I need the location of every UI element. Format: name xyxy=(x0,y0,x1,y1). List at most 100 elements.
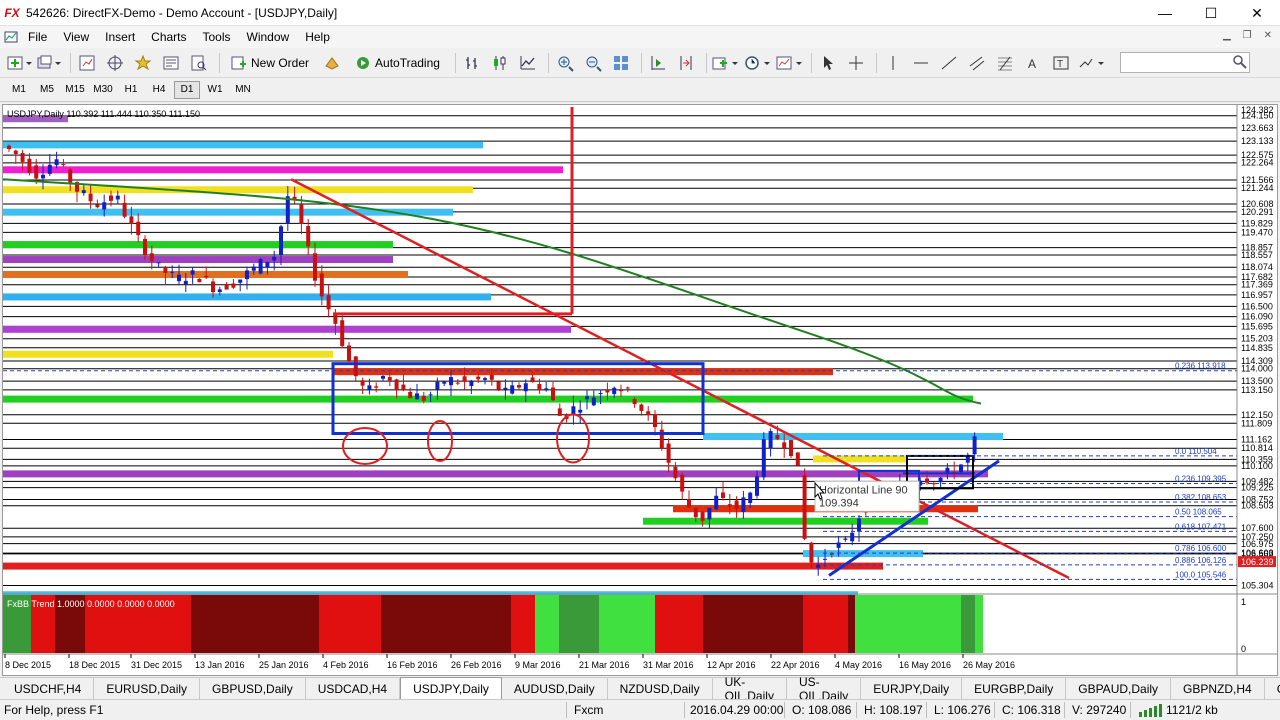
autotrading-button[interactable]: AutoTrading xyxy=(348,51,447,75)
candlestick-button[interactable] xyxy=(488,51,512,75)
arrows-button[interactable] xyxy=(1077,51,1105,75)
crosshair-icon xyxy=(848,55,863,70)
candle-body xyxy=(843,538,848,540)
crosshair-button[interactable] xyxy=(844,51,868,75)
tester-button[interactable] xyxy=(187,51,211,75)
mdi-close-icon[interactable]: ✕ xyxy=(1264,30,1272,41)
svg-text:T: T xyxy=(1057,59,1063,70)
candle-body xyxy=(347,345,351,362)
candle-body xyxy=(7,145,11,150)
chart-shift-button[interactable] xyxy=(674,51,698,75)
tab-eurgbp-daily[interactable]: EURGBP,Daily xyxy=(962,678,1067,699)
cursor-button[interactable] xyxy=(816,51,840,75)
tile-windows-button[interactable] xyxy=(609,51,633,75)
menu-charts[interactable]: Charts xyxy=(143,26,194,48)
search-icon[interactable] xyxy=(1232,54,1248,70)
minimize-button[interactable]: — xyxy=(1142,0,1188,26)
tab-gbpaud-daily[interactable]: GBPAUD,Daily xyxy=(1066,678,1172,699)
price-tick-label: 122.264 xyxy=(1241,158,1274,168)
menu-help[interactable]: Help xyxy=(297,26,338,48)
tab-eurusd-daily[interactable]: EURUSD,Daily xyxy=(94,678,201,699)
candle-body xyxy=(421,395,426,401)
tab-uk-oil-daily[interactable]: UK-OIL,Daily xyxy=(713,675,787,703)
new-chart-icon xyxy=(7,56,32,69)
period-d1[interactable]: D1 xyxy=(174,80,200,99)
zoom-out-button[interactable] xyxy=(581,51,605,75)
menu-file[interactable]: File xyxy=(20,26,55,48)
zoom-in-button[interactable] xyxy=(553,51,577,75)
period-h1[interactable]: H1 xyxy=(118,81,144,99)
templates-button[interactable] xyxy=(775,51,803,75)
fibonacci-icon xyxy=(997,56,1012,70)
mdi-minimize-icon[interactable]: ▁ xyxy=(1223,30,1231,41)
terminal-button[interactable] xyxy=(159,51,183,75)
date-tick-label: 4 Feb 2016 xyxy=(323,660,369,670)
candle-body xyxy=(61,164,66,166)
tab-nzdusd-daily[interactable]: NZDUSD,Daily xyxy=(608,678,713,699)
candle-body xyxy=(415,393,419,400)
periods-button[interactable] xyxy=(743,51,771,75)
period-h4[interactable]: H4 xyxy=(146,81,172,99)
new-order-button[interactable]: New Order xyxy=(224,51,316,75)
menu-insert[interactable]: Insert xyxy=(97,26,143,48)
text-button[interactable]: A xyxy=(1021,51,1045,75)
channel-button[interactable] xyxy=(965,51,989,75)
search-input[interactable] xyxy=(1120,52,1250,73)
fibonacci-button[interactable] xyxy=(993,51,1017,75)
candle-body xyxy=(850,532,855,542)
tab-gbpusd-daily[interactable]: GBPUSD,Daily xyxy=(200,678,306,699)
menu-tools[interactable]: Tools xyxy=(195,26,239,48)
tab-us-oil-daily[interactable]: US-OIL,Daily xyxy=(787,675,862,703)
horizontal-line-button[interactable] xyxy=(909,51,933,75)
tab-eurjpy-daily[interactable]: EURJPY,Daily xyxy=(861,678,963,699)
indicator-bar xyxy=(381,595,435,653)
trendline-icon xyxy=(941,56,957,69)
navigator-button[interactable] xyxy=(131,51,155,75)
line-chart-button[interactable] xyxy=(516,51,540,75)
date-tick-label: 21 Mar 2016 xyxy=(579,660,630,670)
period-m5[interactable]: M5 xyxy=(34,81,60,99)
status-help: For Help, press F1 xyxy=(4,703,104,717)
tab-usdcad-h4[interactable]: USDCAD,H4 xyxy=(306,678,401,699)
tab-gbpnzd-h4[interactable]: GBPNZD,H4 xyxy=(1171,678,1265,699)
period-m30[interactable]: M30 xyxy=(90,81,116,99)
tab-usdchf-h4[interactable]: USDCHF,H4 xyxy=(2,678,95,699)
period-mn[interactable]: MN xyxy=(230,81,256,99)
date-tick-label: 4 May 2016 xyxy=(835,660,882,670)
market-watch-button[interactable] xyxy=(75,51,99,75)
text-label-button[interactable]: T xyxy=(1049,51,1073,75)
periodicity-bar: M1 M5 M15 M30 H1 H4 D1 W1 MN xyxy=(0,78,1280,102)
maximize-button[interactable]: ☐ xyxy=(1188,0,1234,26)
period-m15[interactable]: M15 xyxy=(62,81,88,99)
vertical-line-button[interactable] xyxy=(881,51,905,75)
fibonacci-level-label: 0.786 106.600 xyxy=(1175,544,1227,553)
data-window-button[interactable] xyxy=(103,51,127,75)
chart-window[interactable]: 0.236 113.918 0.0 110.504 0.236 109.395 0.3… xyxy=(2,104,1278,676)
candle-body xyxy=(605,390,610,393)
trendline-button[interactable] xyxy=(937,51,961,75)
tab-audusd-daily[interactable]: AUDUSD,Daily xyxy=(502,678,608,699)
price-chart[interactable]: 0.236 113.918 0.0 110.504 0.236 109.395 0.3… xyxy=(3,105,1277,675)
new-chart-button[interactable] xyxy=(6,51,32,75)
zoom-in-icon xyxy=(558,56,574,72)
profiles-button[interactable] xyxy=(36,51,62,75)
metaeditor-button[interactable] xyxy=(320,51,344,75)
price-tick-label: 108.503 xyxy=(1241,501,1274,511)
clock-icon xyxy=(745,55,770,70)
indicators-button[interactable] xyxy=(711,51,739,75)
bar-chart-button[interactable] xyxy=(460,51,484,75)
autoscroll-button[interactable] xyxy=(646,51,670,75)
close-button[interactable]: ✕ xyxy=(1234,0,1280,26)
menu-window[interactable]: Window xyxy=(239,26,298,48)
price-tick-label: 113.150 xyxy=(1241,385,1273,395)
indicator-bar xyxy=(961,595,975,653)
metaeditor-icon xyxy=(325,56,339,70)
mdi-restore-icon[interactable]: ❐ xyxy=(1243,30,1252,41)
menu-view[interactable]: View xyxy=(55,26,97,48)
date-tick-label: 12 Apr 2016 xyxy=(707,660,756,670)
candlestick-icon xyxy=(493,55,506,70)
tab-gbpjp[interactable]: GBPJP xyxy=(1265,678,1280,699)
tab-usdjpy-daily[interactable]: USDJPY,Daily xyxy=(400,677,502,699)
period-w1[interactable]: W1 xyxy=(202,81,228,99)
period-m1[interactable]: M1 xyxy=(6,81,32,99)
